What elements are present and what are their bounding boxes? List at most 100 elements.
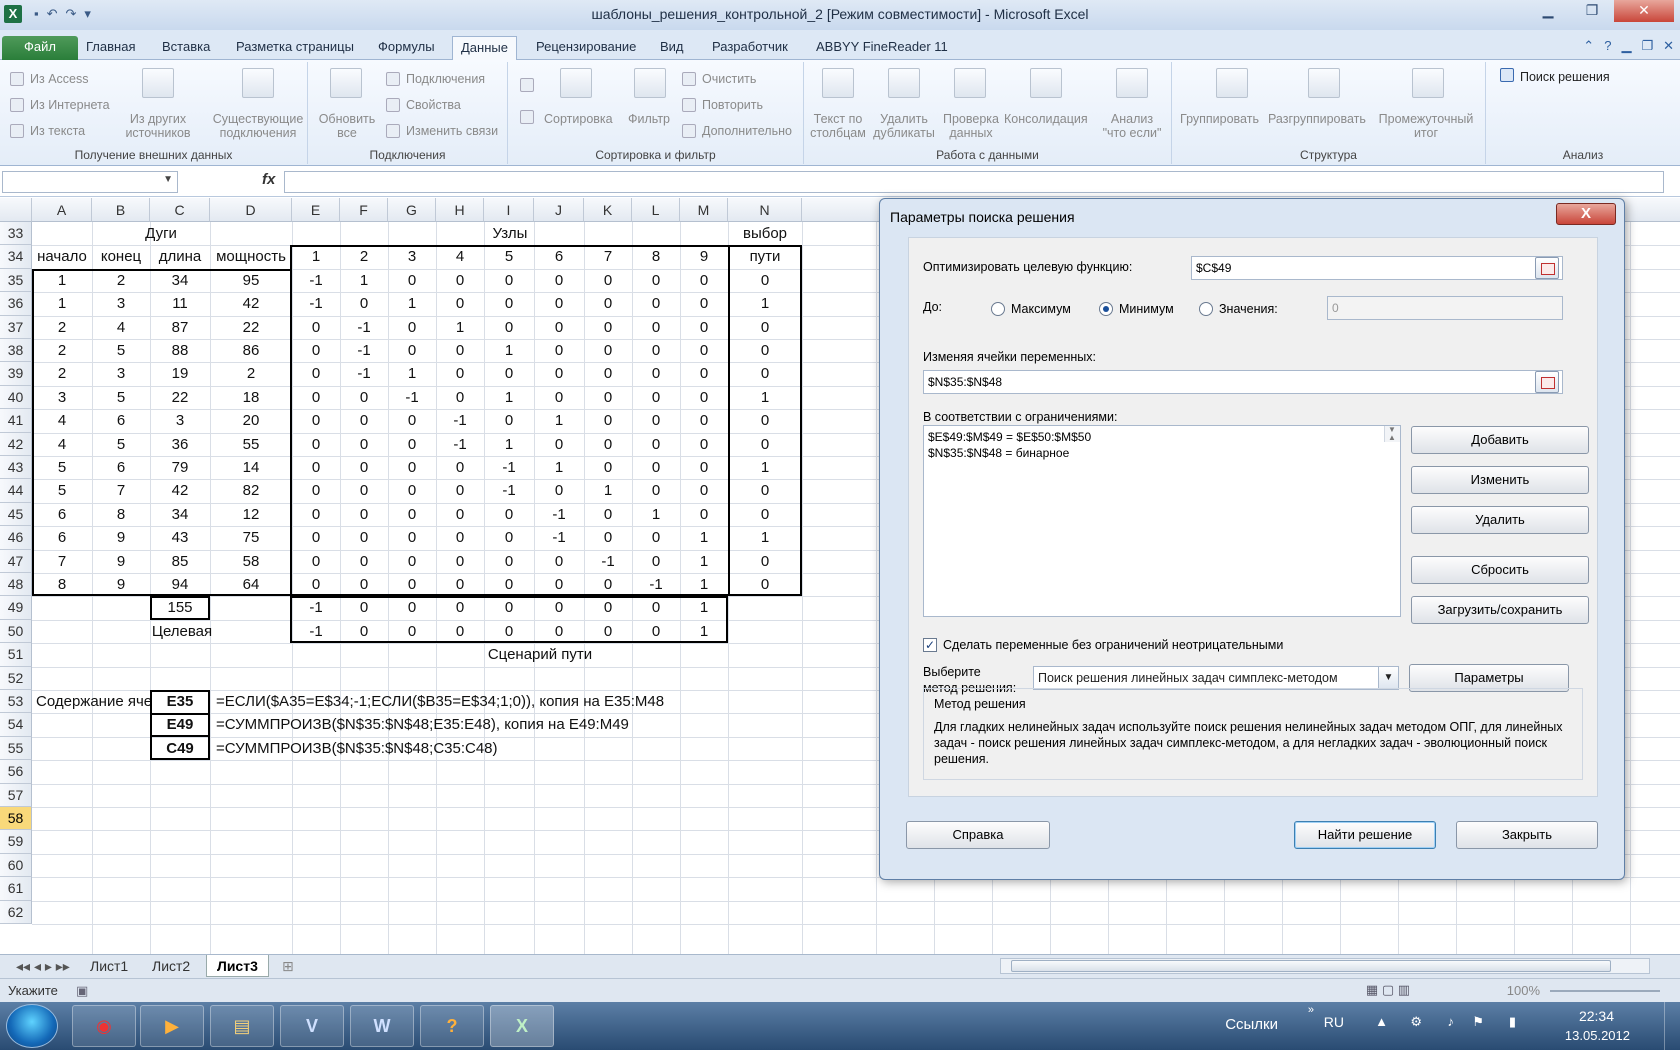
tab-home[interactable]: Главная <box>78 36 143 60</box>
sub-header[interactable]: мощность <box>210 245 292 268</box>
tab-page-layout[interactable]: Разметка страницы <box>228 36 362 60</box>
media-player-icon[interactable]: ▶ <box>140 1005 204 1047</box>
from-text-button[interactable]: Из текста <box>30 124 85 138</box>
column-header[interactable]: M <box>680 198 728 222</box>
row-header[interactable]: 53 <box>0 690 32 714</box>
chevron-down-icon[interactable]: ▼ <box>1378 667 1398 689</box>
help-app-icon[interactable]: ? <box>420 1005 484 1047</box>
sub-header[interactable]: длина <box>150 245 210 268</box>
sheet-tab-2[interactable]: Лист2 <box>142 955 200 977</box>
row-header[interactable]: 42 <box>0 432 32 456</box>
row-header[interactable]: 58 <box>0 807 32 831</box>
objective-range-picker-icon[interactable] <box>1535 257 1559 279</box>
dialog-close-button[interactable]: X <box>1556 203 1616 225</box>
row-header[interactable]: 47 <box>0 549 32 573</box>
row-header[interactable]: 62 <box>0 900 32 924</box>
row-header[interactable]: 45 <box>0 502 32 527</box>
name-box[interactable]: ▼ <box>2 171 178 193</box>
flag-icon[interactable]: ⚑ <box>1472 1014 1484 1030</box>
row-header[interactable]: 37 <box>0 315 32 339</box>
change-constraint-button[interactable]: Изменить <box>1411 466 1589 494</box>
sort-button[interactable]: Сортировка <box>544 112 613 126</box>
objective-input[interactable]: $C$49 <box>1191 256 1563 280</box>
formula-text[interactable]: =ЕСЛИ($A35=E$34;-1;ЕСЛИ($B35=E$34;1;0)),… <box>212 690 664 713</box>
scroll-down-icon[interactable]: ▼ <box>1388 422 1396 438</box>
column-header[interactable]: L <box>632 198 680 222</box>
scrollbar-thumb[interactable] <box>1011 960 1611 972</box>
excel-taskbar-icon[interactable]: X <box>490 1005 554 1047</box>
row-header[interactable]: 60 <box>0 853 32 878</box>
row-header[interactable]: 34 <box>0 245 32 269</box>
column-header[interactable]: B <box>92 198 150 222</box>
zoom-slider[interactable] <box>1550 990 1660 992</box>
solve-button[interactable]: Найти решение <box>1294 821 1436 849</box>
remove-duplicates-button[interactable]: Удалить дубликаты <box>870 112 938 140</box>
chrome-icon[interactable]: ◉ <box>72 1005 136 1047</box>
zoom-level[interactable]: 100% <box>1507 983 1540 998</box>
macro-record-icon[interactable]: ▣ <box>76 983 88 999</box>
header-choice[interactable]: выбор <box>728 222 802 245</box>
show-desktop-button[interactable] <box>1664 1002 1680 1050</box>
advanced-filter-button[interactable]: Дополнительно <box>702 124 792 138</box>
reapply-button[interactable]: Повторить <box>702 98 763 112</box>
properties-button[interactable]: Свойства <box>406 98 461 112</box>
tab-review[interactable]: Рецензирование <box>528 36 644 60</box>
clock-date[interactable]: 13.05.2012 <box>1565 1028 1630 1043</box>
column-header[interactable]: E <box>292 198 340 222</box>
collapse-ribbon-icon[interactable]: ⌃ <box>1583 38 1594 54</box>
row-header[interactable]: 51 <box>0 643 32 667</box>
row-header[interactable]: 59 <box>0 830 32 854</box>
row-header[interactable]: 54 <box>0 713 32 737</box>
solving-method-select[interactable]: Поиск решения линейных задач симплекс-ме… <box>1033 666 1399 690</box>
links-toolbar[interactable]: Ссылки <box>1225 1016 1278 1033</box>
constraints-scrollbar[interactable]: ▲ ▼ <box>1384 425 1400 442</box>
row-header[interactable]: 50 <box>0 619 32 644</box>
target-label[interactable]: Целевая <box>150 620 214 643</box>
formula-text[interactable]: =СУММПРОИЗВ($N$35:$N$48;C35:C48) <box>212 737 498 760</box>
text-to-columns-button[interactable]: Текст по столбцам <box>806 112 870 140</box>
battery-icon[interactable]: ▮ <box>1509 1014 1516 1030</box>
column-header[interactable]: C <box>150 198 210 222</box>
tab-view[interactable]: Вид <box>652 36 692 60</box>
row-header[interactable]: 57 <box>0 783 32 807</box>
tab-developer[interactable]: Разработчик <box>704 36 796 60</box>
minimize-button[interactable]: ▁ <box>1526 0 1570 22</box>
column-header[interactable]: F <box>340 198 388 222</box>
ungroup-button[interactable]: Разгруппировать <box>1268 112 1366 126</box>
sub-header[interactable]: конец <box>92 245 150 268</box>
select-all-corner[interactable] <box>0 198 32 222</box>
column-header[interactable]: I <box>484 198 534 222</box>
maximize-button[interactable]: ❐ <box>1570 0 1614 22</box>
row-header[interactable]: 49 <box>0 596 32 620</box>
nonnegative-checkbox[interactable]: ✓ <box>923 638 937 652</box>
row-header[interactable]: 55 <box>0 736 32 761</box>
data-validation-button[interactable]: Проверка данных <box>938 112 1004 140</box>
column-header[interactable]: J <box>534 198 584 222</box>
column-header[interactable]: H <box>436 198 484 222</box>
language-indicator[interactable]: RU <box>1324 1014 1344 1030</box>
tab-abbyy[interactable]: ABBYY FineReader 11 <box>808 36 956 60</box>
load-save-button[interactable]: Загрузить/сохранить <box>1411 596 1589 624</box>
clock-time[interactable]: 22:34 <box>1579 1008 1614 1024</box>
row-header[interactable]: 40 <box>0 385 32 410</box>
scenario-label[interactable]: Сценарий пути <box>440 643 640 666</box>
explorer-icon[interactable]: ▤ <box>210 1005 274 1047</box>
row-header[interactable]: 61 <box>0 877 32 901</box>
restore-workbook-icon[interactable]: ❐ <box>1641 38 1653 54</box>
column-header[interactable]: D <box>210 198 292 222</box>
row-header[interactable]: 43 <box>0 456 32 480</box>
horizontal-scrollbar[interactable] <box>1000 958 1650 974</box>
row-header[interactable]: 48 <box>0 573 32 597</box>
sub-header[interactable]: начало <box>32 245 92 268</box>
from-web-button[interactable]: Из Интернета <box>30 98 110 112</box>
reset-all-button[interactable]: Сбросить <box>1411 556 1589 584</box>
value-of-input[interactable]: 0 <box>1327 296 1563 320</box>
column-header[interactable]: G <box>388 198 436 222</box>
content-label[interactable]: Содержание ячеек <box>32 690 150 713</box>
existing-connections-button[interactable]: Существующие подключения <box>208 112 308 140</box>
volume-icon[interactable]: ♪ <box>1448 1014 1455 1029</box>
network-icon[interactable]: ⚙ <box>1410 1014 1422 1030</box>
subtotal-button[interactable]: Промежуточный итог <box>1372 112 1480 140</box>
close-dialog-button[interactable]: Закрыть <box>1456 821 1598 849</box>
row-header[interactable]: 35 <box>0 268 32 293</box>
